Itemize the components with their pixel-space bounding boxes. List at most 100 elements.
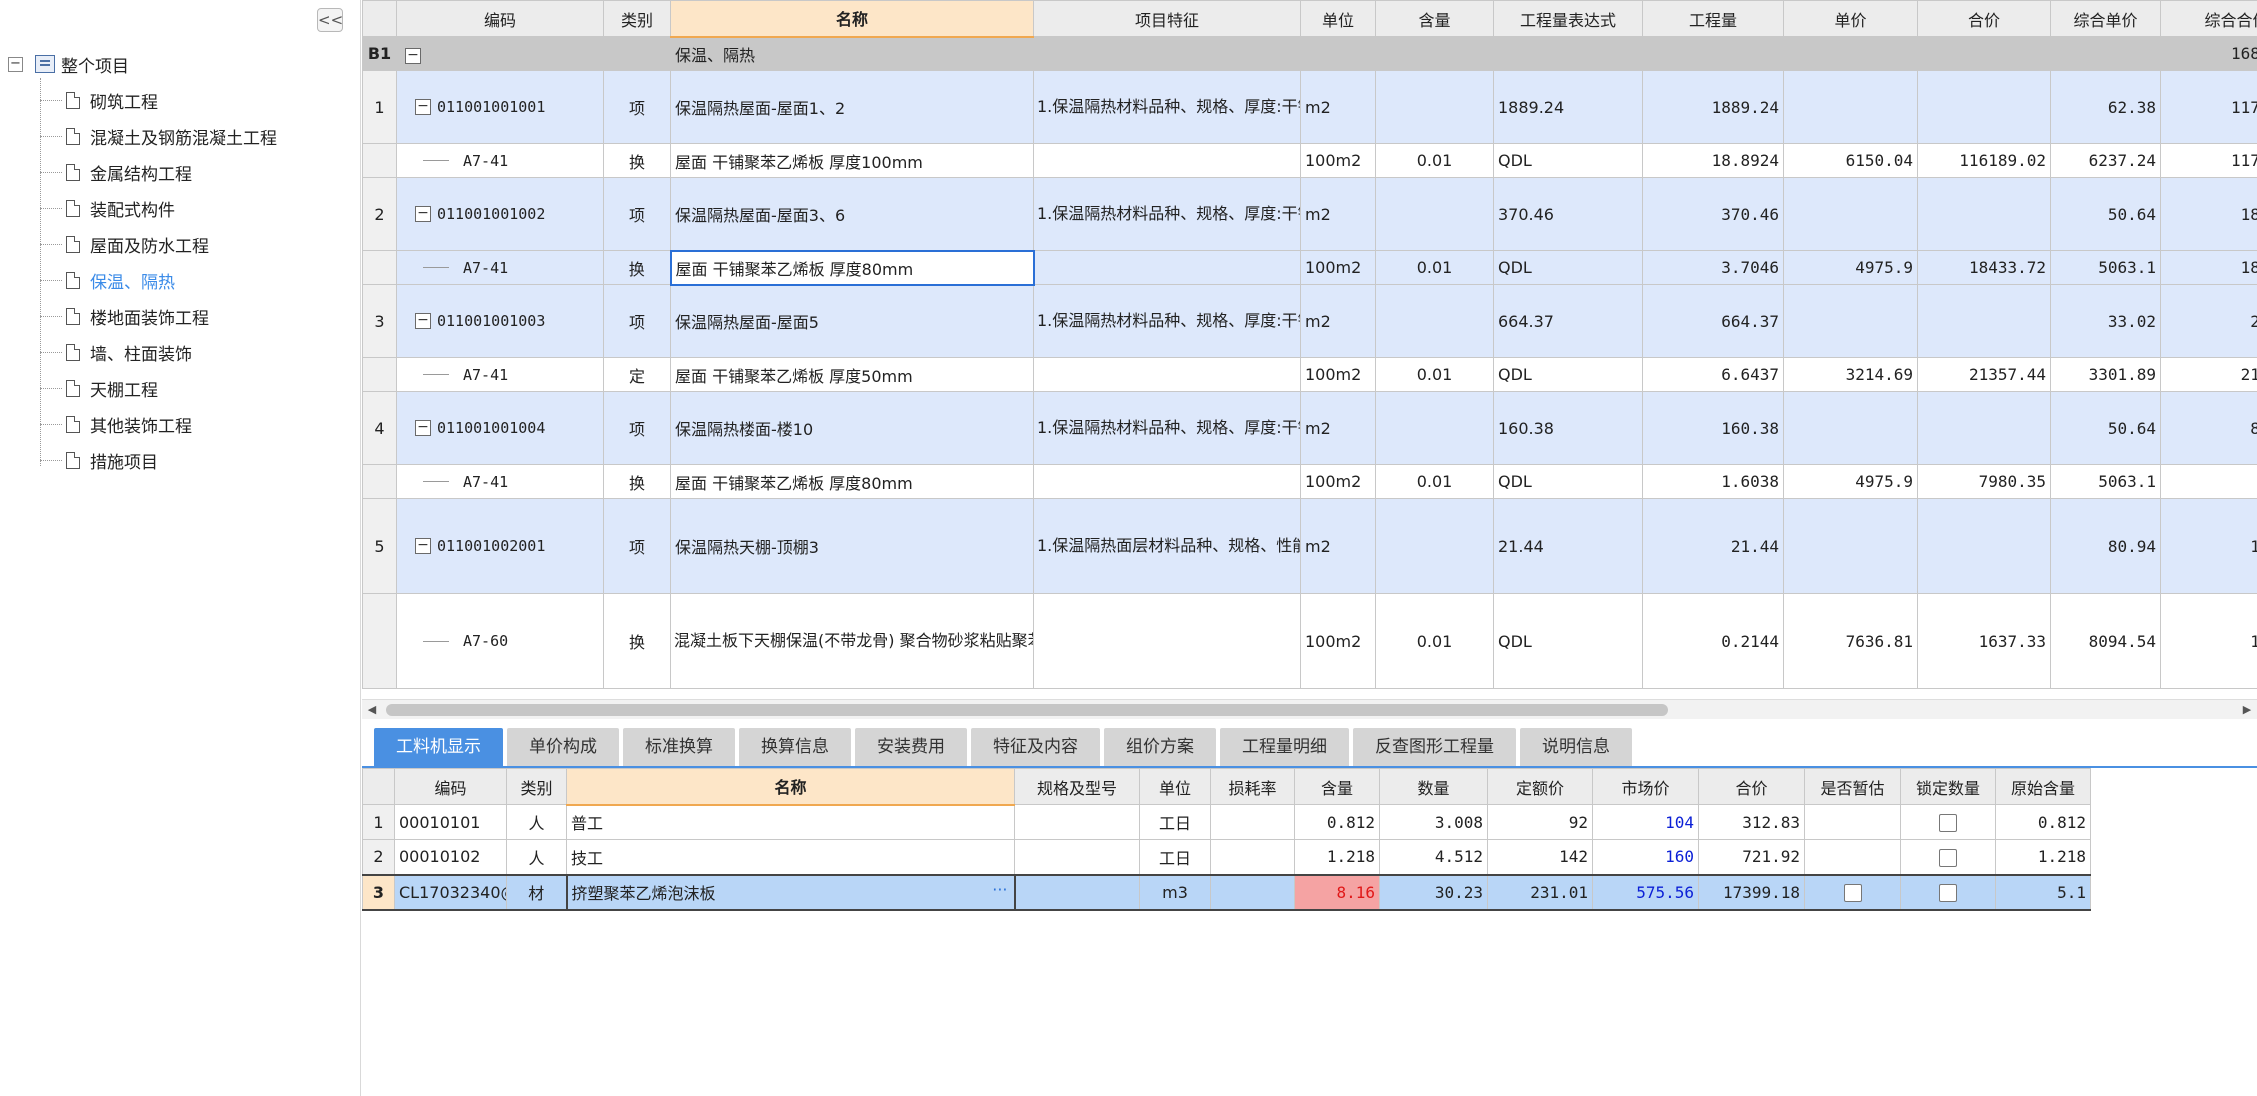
tab-4[interactable]: 安装费用 <box>855 728 967 766</box>
name-cell[interactable]: 保温隔热楼面-楼10 <box>670 391 1034 465</box>
column-header[interactable]: 定额价 <box>1487 768 1593 805</box>
uprice-cell[interactable]: 62.38 <box>2050 70 2161 144</box>
amount-cell[interactable]: 17399.18 <box>1698 873 1805 911</box>
uprice-cell[interactable]: 5063.1 <box>2050 464 2161 499</box>
tree-item[interactable]: 保温、隔热 <box>40 266 175 294</box>
amount-cell[interactable]: 116189.02 <box>1917 143 2051 178</box>
code-cell[interactable]: A7-41 <box>396 143 604 178</box>
column-header[interactable]: 综合合价 <box>2160 0 2257 37</box>
amount-cell[interactable]: 7980.35 <box>1917 464 2051 499</box>
horizontal-scrollbar[interactable]: ◀ ▶ <box>362 699 2257 719</box>
resource-row[interactable]: 3CL17032340@1材挤塑聚苯乙烯泡沫板 ··· m3 8.1630.23231… <box>362 873 2091 911</box>
section-name[interactable]: 保温、隔热 <box>670 36 1034 71</box>
type-cell[interactable]: 定 <box>603 357 671 392</box>
scrollbar-thumb[interactable] <box>386 704 1668 716</box>
unit-cell[interactable]: 100m2 <box>1300 250 1376 285</box>
uprice-cell[interactable]: 80.94 <box>2050 498 2161 594</box>
base-price-cell[interactable]: 92 <box>1487 804 1593 840</box>
section-toggle-cell[interactable]: − <box>396 36 604 71</box>
total-cell[interactable]: 1735.3 <box>2160 498 2257 594</box>
quota-row[interactable]: A7-41 换屋面 干铺聚苯乙烯板 厚度80mm 100m2 0.01 QDL 3.704… <box>362 249 2257 286</box>
spec-cell[interactable] <box>1014 839 1140 875</box>
tree-item[interactable]: 楼地面装饰工程 <box>40 302 209 330</box>
feature-cell[interactable]: 1.保温隔热材料品种、规格、厚度:干铺80厚挤塑聚苯乙烯泡沫板(B1级)抗压强度… <box>1033 177 1301 251</box>
scroll-right-icon[interactable]: ▶ <box>2239 702 2255 718</box>
qty-cell[interactable]: 0.2144 <box>1642 593 1784 689</box>
type-cell[interactable]: 项 <box>603 177 671 251</box>
estimate-cell[interactable] <box>1804 804 1901 840</box>
feature-cell[interactable] <box>1033 143 1301 178</box>
content-cell[interactable]: 0.812 <box>1294 804 1380 840</box>
tab-0[interactable]: 工料机显示 <box>374 728 503 766</box>
collapse-panel-button[interactable]: << <box>317 8 343 32</box>
name-cell[interactable]: 普工 <box>566 804 1015 840</box>
feature-cell[interactable]: 1.保温隔热材料品种、规格、厚度:干铺100厚挤塑聚苯乙烯泡沫板(B1级)抗压强… <box>1033 70 1301 144</box>
content-cell[interactable]: 8.16 <box>1294 873 1380 911</box>
code-cell[interactable]: −011001002001 <box>396 498 604 594</box>
bill-item-row[interactable]: 2−011001001002 项保温隔热屋面-屋面3、6 1.保温隔热材料品种、规格… <box>362 177 2257 251</box>
lock-qty-checkbox[interactable] <box>1939 848 1957 867</box>
code-cell[interactable]: A7-60 <box>396 593 604 689</box>
orig-content-cell[interactable]: 0.812 <box>1995 804 2091 840</box>
amount-cell[interactable]: 721.92 <box>1698 839 1805 875</box>
content-cell[interactable]: 0.01 <box>1375 250 1494 285</box>
unit-cell[interactable]: 工日 <box>1139 804 1211 840</box>
feature-cell[interactable]: 1.保温隔热材料品种、规格、厚度:干铺50厚挤塑聚苯乙烯泡沫板(B1级)抗压强度… <box>1033 284 1301 358</box>
tab-5[interactable]: 特征及内容 <box>971 728 1100 766</box>
lock-qty-cell[interactable] <box>1900 839 1996 875</box>
feature-cell[interactable] <box>1033 357 1301 392</box>
tab-9[interactable]: 说明信息 <box>1520 728 1632 766</box>
feature-cell[interactable] <box>1033 250 1301 285</box>
orig-content-cell[interactable]: 5.1 <box>1995 873 2091 911</box>
bill-item-row[interactable]: 3−011001001003 项保温隔热屋面-屋面5 1.保温隔热材料品种、规格、厚… <box>362 284 2257 358</box>
more-options-icon[interactable]: ··· <box>992 880 1007 899</box>
qty-cell[interactable]: 1.6038 <box>1642 464 1784 499</box>
amount-cell[interactable]: 312.83 <box>1698 804 1805 840</box>
name-cell[interactable]: 技工 <box>566 839 1015 875</box>
column-header[interactable]: 损耗率 <box>1210 768 1295 805</box>
column-header[interactable]: 名称 <box>670 0 1034 38</box>
quota-row[interactable]: A7-41 换屋面 干铺聚苯乙烯板 厚度80mm 100m2 0.01 QDL 1.603… <box>362 464 2257 499</box>
code-cell[interactable]: −011001001003 <box>396 284 604 358</box>
amount-cell[interactable] <box>1917 391 2051 465</box>
type-cell[interactable]: 项 <box>603 70 671 144</box>
uprice-cell[interactable]: 50.64 <box>2050 177 2161 251</box>
type-cell[interactable]: 换 <box>603 143 671 178</box>
qty-cell[interactable]: 1889.24 <box>1642 70 1784 144</box>
name-cell[interactable]: 保温隔热屋面-屋面1、2 <box>670 70 1034 144</box>
uprice-cell[interactable]: 50.64 <box>2050 391 2161 465</box>
type-cell[interactable]: 换 <box>603 593 671 689</box>
total-cell[interactable]: 18756.7 <box>2160 250 2257 285</box>
unit-cell[interactable]: m2 <box>1300 284 1376 358</box>
resource-row[interactable]: 2 00010102 人技工 工日 1.218 4.512 142 160 721.92 1.21… <box>362 839 2091 875</box>
amount-cell[interactable] <box>1917 284 2051 358</box>
column-header[interactable]: 类别 <box>603 0 671 37</box>
tab-3[interactable]: 换算信息 <box>739 728 851 766</box>
qty-cell[interactable]: 4.512 <box>1379 839 1488 875</box>
qty-cell[interactable]: 160.38 <box>1642 391 1784 465</box>
price-cell[interactable] <box>1783 498 1918 594</box>
market-price-cell[interactable]: 575.56 <box>1592 873 1699 911</box>
type-cell[interactable]: 项 <box>603 391 671 465</box>
expr-cell[interactable]: 664.37 <box>1493 284 1643 358</box>
feature-cell[interactable] <box>1033 464 1301 499</box>
price-cell[interactable]: 7636.81 <box>1783 593 1918 689</box>
market-price-cell[interactable]: 104 <box>1592 804 1699 840</box>
bill-item-row[interactable]: 4−011001001004 项保温隔热楼面-楼10 1.保温隔热材料品种、规格、厚… <box>362 391 2257 465</box>
column-header[interactable]: 原始含量 <box>1995 768 2091 805</box>
unit-cell[interactable]: m2 <box>1300 391 1376 465</box>
qty-cell[interactable]: 21.44 <box>1642 498 1784 594</box>
unit-cell[interactable]: 100m2 <box>1300 593 1376 689</box>
feature-cell[interactable]: 1.保温隔热材料品种、规格、厚度:干铺80厚挤塑聚苯乙烯泡沫板(B1级)抗压强度… <box>1033 391 1301 465</box>
collapse-toggle-icon[interactable]: − <box>415 420 431 436</box>
name-cell[interactable]: 屋面 干铺聚苯乙烯板 厚度80mm <box>670 464 1034 499</box>
base-price-cell[interactable]: 142 <box>1487 839 1593 875</box>
price-cell[interactable] <box>1783 284 1918 358</box>
content-cell[interactable]: 0.01 <box>1375 464 1494 499</box>
column-header[interactable]: 单位 <box>1139 768 1211 805</box>
quota-row[interactable]: A7-60 换混凝土板下天棚保温(不带龙骨) 聚合物砂浆粘贴聚苯乙烯板 厚度50m… <box>362 593 2257 689</box>
expr-cell[interactable]: QDL <box>1493 250 1643 285</box>
column-header[interactable]: 规格及型号 <box>1014 768 1140 805</box>
name-cell[interactable]: 挤塑聚苯乙烯泡沫板 ··· <box>565 873 1016 911</box>
tree-item[interactable]: 天棚工程 <box>40 374 158 402</box>
